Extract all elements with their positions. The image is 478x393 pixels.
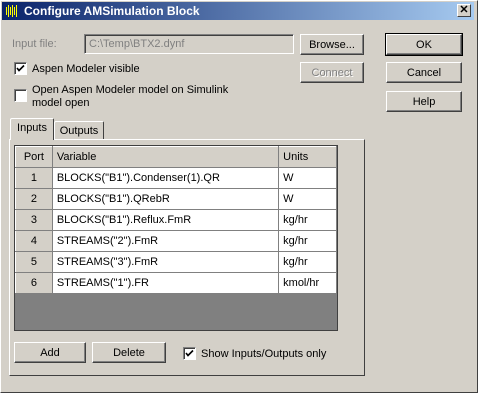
open-on-simulink-label-line2: model open [32, 97, 90, 109]
io-table: Port Variable Units 1 BLOCKS("B1").Conde… [15, 146, 337, 294]
open-on-simulink-label-line1: Open Aspen Modeler model on Simulink [32, 84, 229, 96]
ok-button[interactable]: OK [385, 33, 463, 56]
app-icon [6, 5, 17, 17]
port-cell: 1 [15, 167, 53, 189]
variable-cell[interactable]: BLOCKS("B1").QRebR [51, 188, 280, 210]
units-cell[interactable]: kg/hr [278, 209, 337, 231]
column-header-variable: Variable [51, 146, 280, 168]
variable-cell[interactable]: STREAMS("3").FmR [51, 251, 280, 273]
port-cell: 6 [15, 272, 53, 294]
title-bar: Configure AMSimulation Block ✕ [2, 2, 474, 20]
variable-cell[interactable]: BLOCKS("B1").Reflux.FmR [51, 209, 280, 231]
aspen-visible-label: Aspen Modeler visible [32, 63, 140, 75]
add-button[interactable]: Add [14, 342, 86, 363]
port-cell: 3 [15, 209, 53, 231]
port-cell: 2 [15, 188, 53, 210]
close-icon: ✕ [459, 4, 469, 16]
table-row[interactable]: 5 STREAMS("3").FmR kg/hr [15, 251, 337, 273]
input-file-label: Input file: [12, 38, 57, 50]
io-grid: Port Variable Units 1 BLOCKS("B1").Conde… [14, 145, 338, 331]
show-io-only-label: Show Inputs/Outputs only [201, 348, 327, 360]
help-button[interactable]: Help [386, 91, 462, 112]
tab-outputs[interactable]: Outputs [54, 121, 104, 139]
open-on-simulink-checkbox[interactable] [14, 89, 27, 102]
table-row[interactable]: 1 BLOCKS("B1").Condenser(1).QR W [15, 167, 337, 189]
close-button[interactable]: ✕ [457, 4, 471, 17]
units-cell[interactable]: kg/hr [278, 230, 337, 252]
browse-button[interactable]: Browse... [300, 34, 364, 55]
variable-cell[interactable]: STREAMS("1").FR [51, 272, 280, 294]
units-cell[interactable]: W [278, 167, 337, 189]
checkmark-icon [185, 349, 194, 357]
tab-inputs[interactable]: Inputs [10, 118, 54, 140]
units-cell[interactable]: W [278, 188, 337, 210]
window-title: Configure AMSimulation Block [24, 4, 200, 18]
variable-cell[interactable]: STREAMS("2").FmR [51, 230, 280, 252]
units-cell[interactable]: kg/hr [278, 251, 337, 273]
delete-button[interactable]: Delete [92, 342, 166, 363]
column-header-port: Port [15, 146, 53, 168]
table-row[interactable]: 3 BLOCKS("B1").Reflux.FmR kg/hr [15, 209, 337, 231]
connect-button[interactable]: Connect [300, 62, 364, 83]
variable-cell[interactable]: BLOCKS("B1").Condenser(1).QR [51, 167, 280, 189]
table-row[interactable]: 6 STREAMS("1").FR kmol/hr [15, 272, 337, 294]
aspen-visible-checkbox[interactable] [14, 62, 27, 75]
checkmark-icon [16, 64, 25, 72]
table-header-row: Port Variable Units [15, 146, 337, 168]
input-file-field[interactable]: C:\Temp\BTX2.dynf [84, 34, 294, 54]
show-io-only-checkbox[interactable] [183, 347, 196, 360]
cancel-button[interactable]: Cancel [386, 62, 462, 83]
table-row[interactable]: 4 STREAMS("2").FmR kg/hr [15, 230, 337, 252]
port-cell: 4 [15, 230, 53, 252]
units-cell[interactable]: kmol/hr [278, 272, 337, 294]
port-cell: 5 [15, 251, 53, 273]
column-header-units: Units [278, 146, 337, 168]
table-row[interactable]: 2 BLOCKS("B1").QRebR W [15, 188, 337, 210]
